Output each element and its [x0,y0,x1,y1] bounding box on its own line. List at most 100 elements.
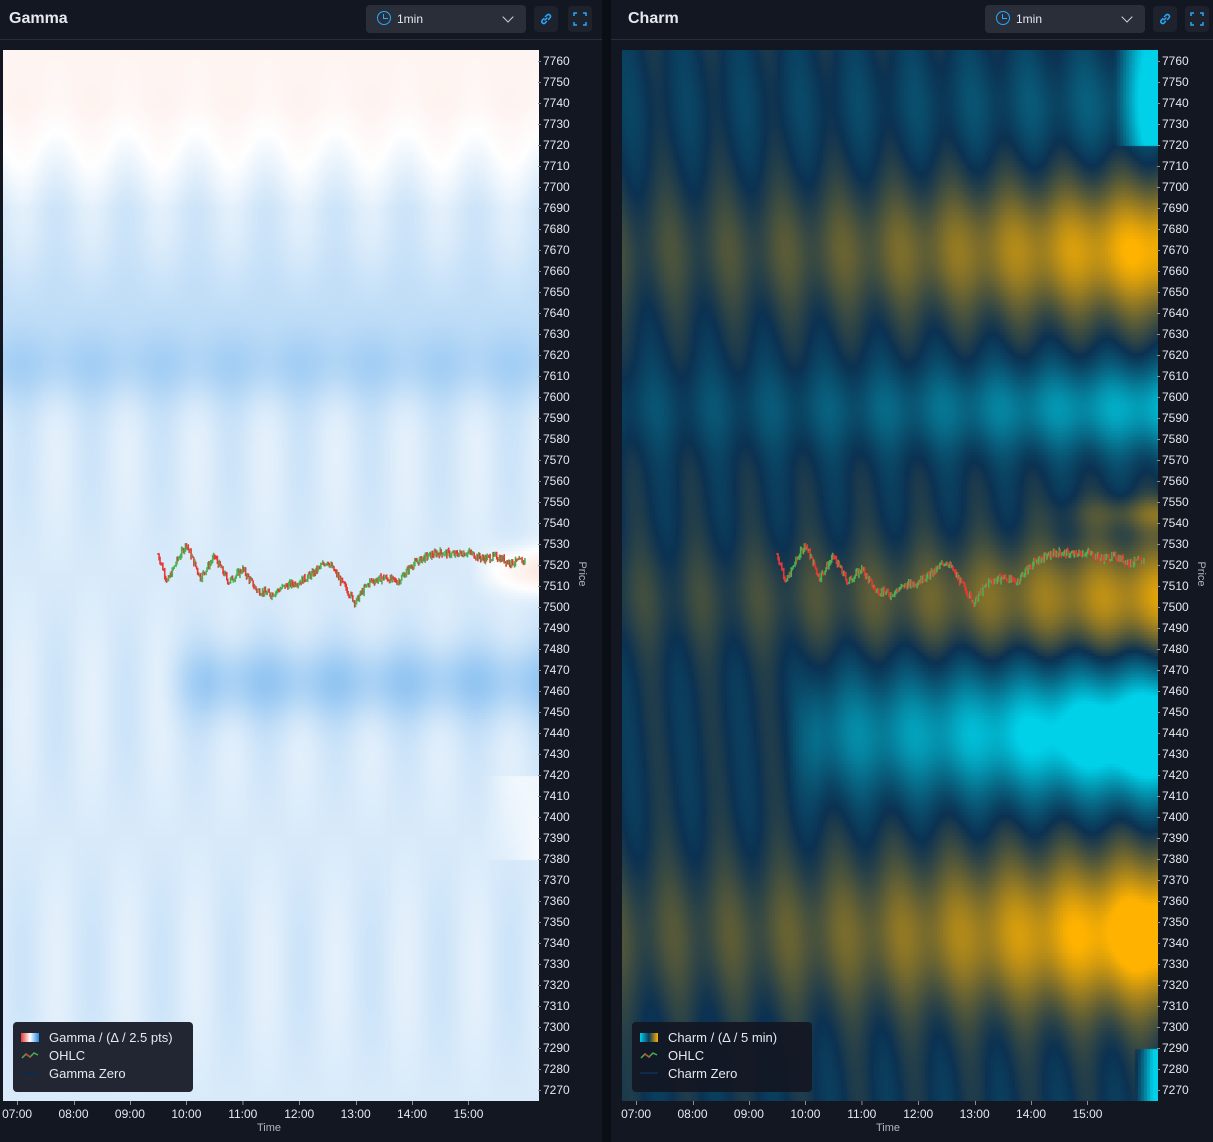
time-tick-label: 08:00 [677,1101,708,1121]
price-tick-label: 7440 [538,726,570,741]
time-tick-label: 11:00 [847,1101,877,1121]
time-tick-label: 14:00 [397,1101,428,1121]
price-tick-label: 7300 [1157,1020,1189,1035]
legend-label: OHLC [668,1048,705,1063]
price-tick-label: 7710 [1157,158,1189,173]
price-tick-label: 7760 [538,53,570,68]
price-tick-label: 7540 [538,515,570,530]
price-axis-label: Price [576,561,588,587]
panel-title: Charm [628,10,679,27]
link-button[interactable] [534,6,558,32]
price-tick-label: 7420 [1157,768,1189,783]
panel-divider[interactable] [602,0,611,1142]
time-axis-label: Time [875,1122,901,1134]
price-tick-label: 7710 [538,158,570,173]
price-tick-label: 7500 [1157,600,1189,615]
price-tick-label: 7640 [1157,305,1189,320]
price-tick-label: 7670 [538,242,570,257]
ohlc-series [157,542,526,608]
link-icon [541,13,552,25]
price-tick-label: 7360 [538,894,570,909]
price-tick-label: 7270 [538,1083,570,1098]
time-tick-label: 12:00 [284,1101,315,1121]
price-tick-label: 7570 [1157,452,1189,467]
time-tick-label: 13:00 [340,1101,371,1121]
price-axis[interactable]: 7760 7750 7740 7730 7720 7710 7700 7690 7680 7670… [538,50,602,1101]
link-button[interactable] [1153,6,1177,32]
price-tick-label: 7280 [1157,1062,1189,1077]
chevron-down-icon [1121,11,1133,23]
time-tick-label: 13:00 [959,1101,990,1121]
time-tick-label: 11:00 [228,1101,258,1121]
price-tick-label: 7410 [538,789,570,804]
price-tick-label: 7470 [1157,663,1189,678]
price-tick-label: 7450 [538,705,570,720]
price-tick-label: 7680 [1157,221,1189,236]
price-tick-label: 7310 [1157,999,1189,1014]
time-axis[interactable]: Time 07:00 08:00 09:00 10:00 11:00 12:00 13:00… [621,1101,1158,1142]
price-tick-label: 7340 [1157,936,1189,951]
time-tick-label: 15:00 [453,1101,484,1121]
fullscreen-button[interactable] [568,6,592,32]
timeframe-label: 1min [1016,12,1043,26]
gamma-colorscale-swatch [21,1033,39,1042]
price-tick-label: 7620 [1157,347,1189,362]
price-tick-label: 7430 [538,747,570,762]
time-tick-label: 08:00 [58,1101,89,1121]
price-tick-label: 7450 [1157,705,1189,720]
price-tick-label: 7740 [538,95,570,110]
price-tick-label: 7600 [1157,389,1189,404]
price-tick-label: 7670 [1157,242,1189,257]
price-tick-label: 7560 [1157,473,1189,488]
time-tick-label: 10:00 [790,1101,821,1121]
gamma-header: Gamma 1min [0,0,602,40]
panel-title: Gamma [9,10,68,27]
price-tick-label: 7410 [1157,789,1189,804]
time-axis[interactable]: Time 07:00 08:00 09:00 10:00 11:00 12:00 13:00… [2,1101,539,1142]
price-tick-label: 7370 [538,873,570,888]
price-tick-label: 7320 [1157,978,1189,993]
gamma-legend: Gamma / (Δ / 2.5 pts) OHLC Gamma Zero [13,1022,193,1092]
price-tick-label: 7510 [538,579,570,593]
price-tick-label: 7510 [1157,579,1189,593]
price-tick-label: 7580 [538,431,570,446]
link-icon [1160,13,1171,25]
price-tick-label: 7540 [1157,515,1189,530]
legend-label: OHLC [49,1048,86,1063]
price-tick-label: 7440 [1157,726,1189,741]
price-tick-label: 7390 [538,831,570,846]
charm-heatmap[interactable] [622,50,1158,1101]
price-tick-label: 7470 [538,663,570,678]
time-tick-label: 09:00 [733,1101,764,1121]
price-tick-label: 7720 [1157,137,1189,152]
price-tick-label: 7610 [538,368,570,383]
price-tick-label: 7560 [538,473,570,488]
timeframe-select[interactable]: 1min [985,5,1145,33]
price-tick-label: 7490 [538,621,570,636]
price-tick-label: 7620 [538,347,570,362]
price-tick-label: 7660 [538,263,570,278]
price-tick-label: 7650 [1157,284,1189,299]
price-tick-label: 7290 [1157,1041,1189,1056]
price-tick-label: 7400 [1157,810,1189,825]
charm-colorscale-swatch [640,1033,658,1042]
zero-line-swatch [21,1072,39,1074]
price-tick-label: 7330 [538,957,570,972]
gamma-panel: Gamma 1min 7760 7750 7740 7730 7720 7710 7700 7… [0,0,602,1142]
price-tick-label: 7630 [1157,326,1189,341]
price-tick-label: 7300 [538,1020,570,1035]
gamma-heatmap[interactable] [3,50,539,1101]
time-axis-label: Time [256,1122,282,1134]
timeframe-select[interactable]: 1min [366,5,526,33]
fullscreen-button[interactable] [1185,6,1209,32]
price-tick-label: 7760 [1157,53,1189,68]
price-tick-label: 7390 [1157,831,1189,846]
fullscreen-icon [573,12,587,26]
zero-line-swatch [640,1072,658,1074]
price-tick-label: 7370 [1157,873,1189,888]
charm-header: Charm 1min [611,0,1213,40]
price-tick-label: 7730 [538,116,570,131]
price-tick-label: 7580 [1157,431,1189,446]
price-tick-label: 7590 [1157,410,1189,425]
time-tick-label: 12:00 [903,1101,934,1121]
